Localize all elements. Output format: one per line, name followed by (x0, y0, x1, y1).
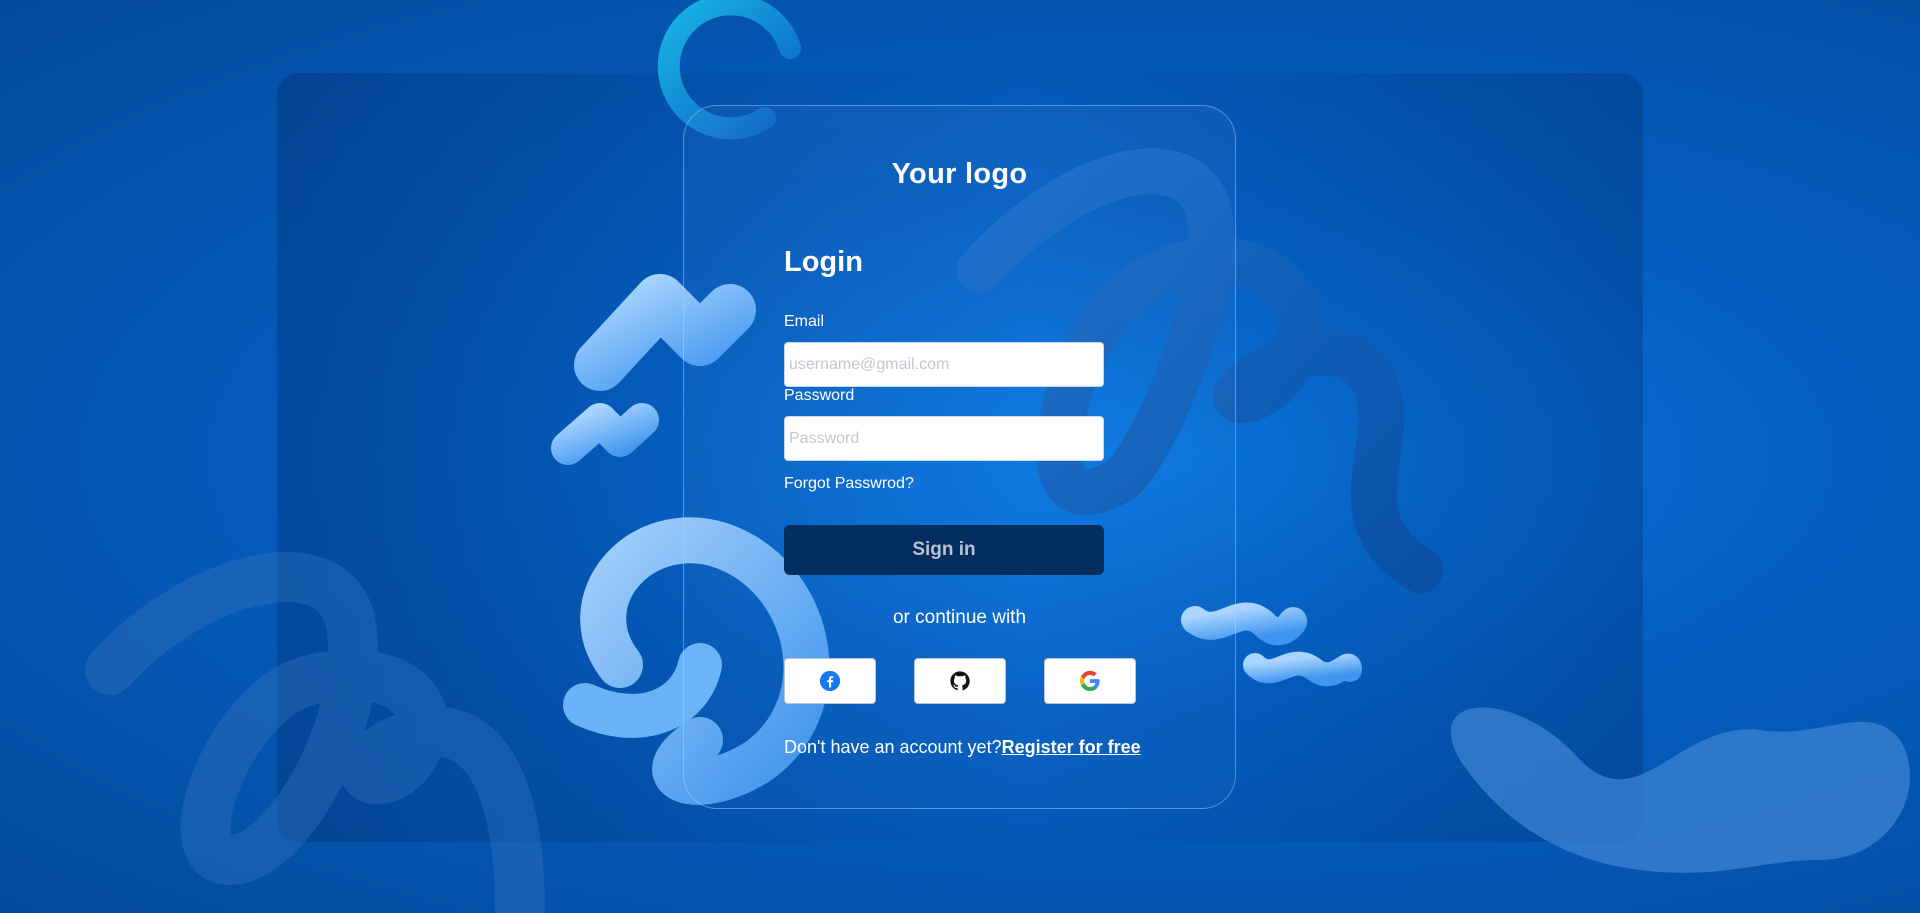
password-input[interactable] (784, 416, 1104, 461)
google-icon (1079, 670, 1100, 692)
sign-in-button[interactable]: Sign in (784, 525, 1104, 575)
facebook-login-button[interactable] (784, 658, 876, 704)
logo-text: Your logo (891, 158, 1028, 190)
google-login-button[interactable] (1044, 658, 1136, 704)
register-prompt: Don't have an account yet?Register for f… (784, 737, 1141, 758)
forgot-password-link[interactable]: Forgot Passwrod? (784, 475, 914, 493)
facebook-icon (819, 670, 841, 692)
wave-small-shape (1243, 651, 1362, 687)
continue-with-text: or continue with (892, 607, 1027, 628)
login-title: Login (784, 246, 863, 278)
register-link[interactable]: Register for free (1002, 737, 1141, 757)
blob-shape (1450, 707, 1911, 873)
email-input[interactable] (784, 342, 1104, 387)
password-label: Password (784, 387, 855, 404)
github-login-button[interactable] (914, 658, 1006, 704)
faint-squiggle-shape (85, 551, 545, 913)
no-account-text: Don't have an account yet? (784, 737, 1002, 757)
github-icon (950, 671, 970, 691)
email-label: Email (784, 313, 825, 330)
zigzag-small-shape (551, 403, 659, 465)
